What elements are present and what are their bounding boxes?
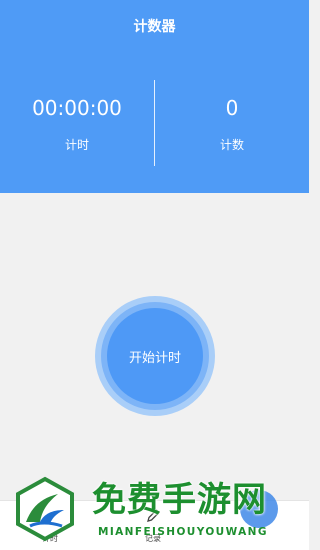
timer-icon bbox=[42, 508, 58, 525]
count-value: 0 bbox=[225, 96, 239, 120]
timer-value: 00:00:00 bbox=[32, 96, 122, 120]
nav-item-timer-label: 计时 bbox=[42, 534, 58, 543]
counter-screen: 计数器 00:00:00 计时 0 计数 开始计时 计时 记录 免费手游网 MI… bbox=[0, 0, 309, 550]
count-label: 计数 bbox=[219, 138, 244, 152]
header-panel: 计数器 00:00:00 计时 0 计数 bbox=[0, 0, 309, 193]
timer-label: 计时 bbox=[64, 138, 89, 152]
nav-item-records-label: 记录 bbox=[145, 534, 161, 543]
floating-action-button[interactable] bbox=[240, 490, 278, 528]
pencil-icon bbox=[147, 509, 160, 522]
nav-item-records[interactable]: 记录 bbox=[131, 507, 175, 547]
app-title: 计数器 bbox=[133, 19, 176, 35]
start-timer-button[interactable]: 开始计时 bbox=[107, 308, 203, 404]
count-stat: 0 计数 bbox=[155, 96, 309, 153]
timer-stat: 00:00:00 计时 bbox=[0, 96, 154, 153]
nav-item-timer[interactable]: 计时 bbox=[28, 507, 72, 547]
